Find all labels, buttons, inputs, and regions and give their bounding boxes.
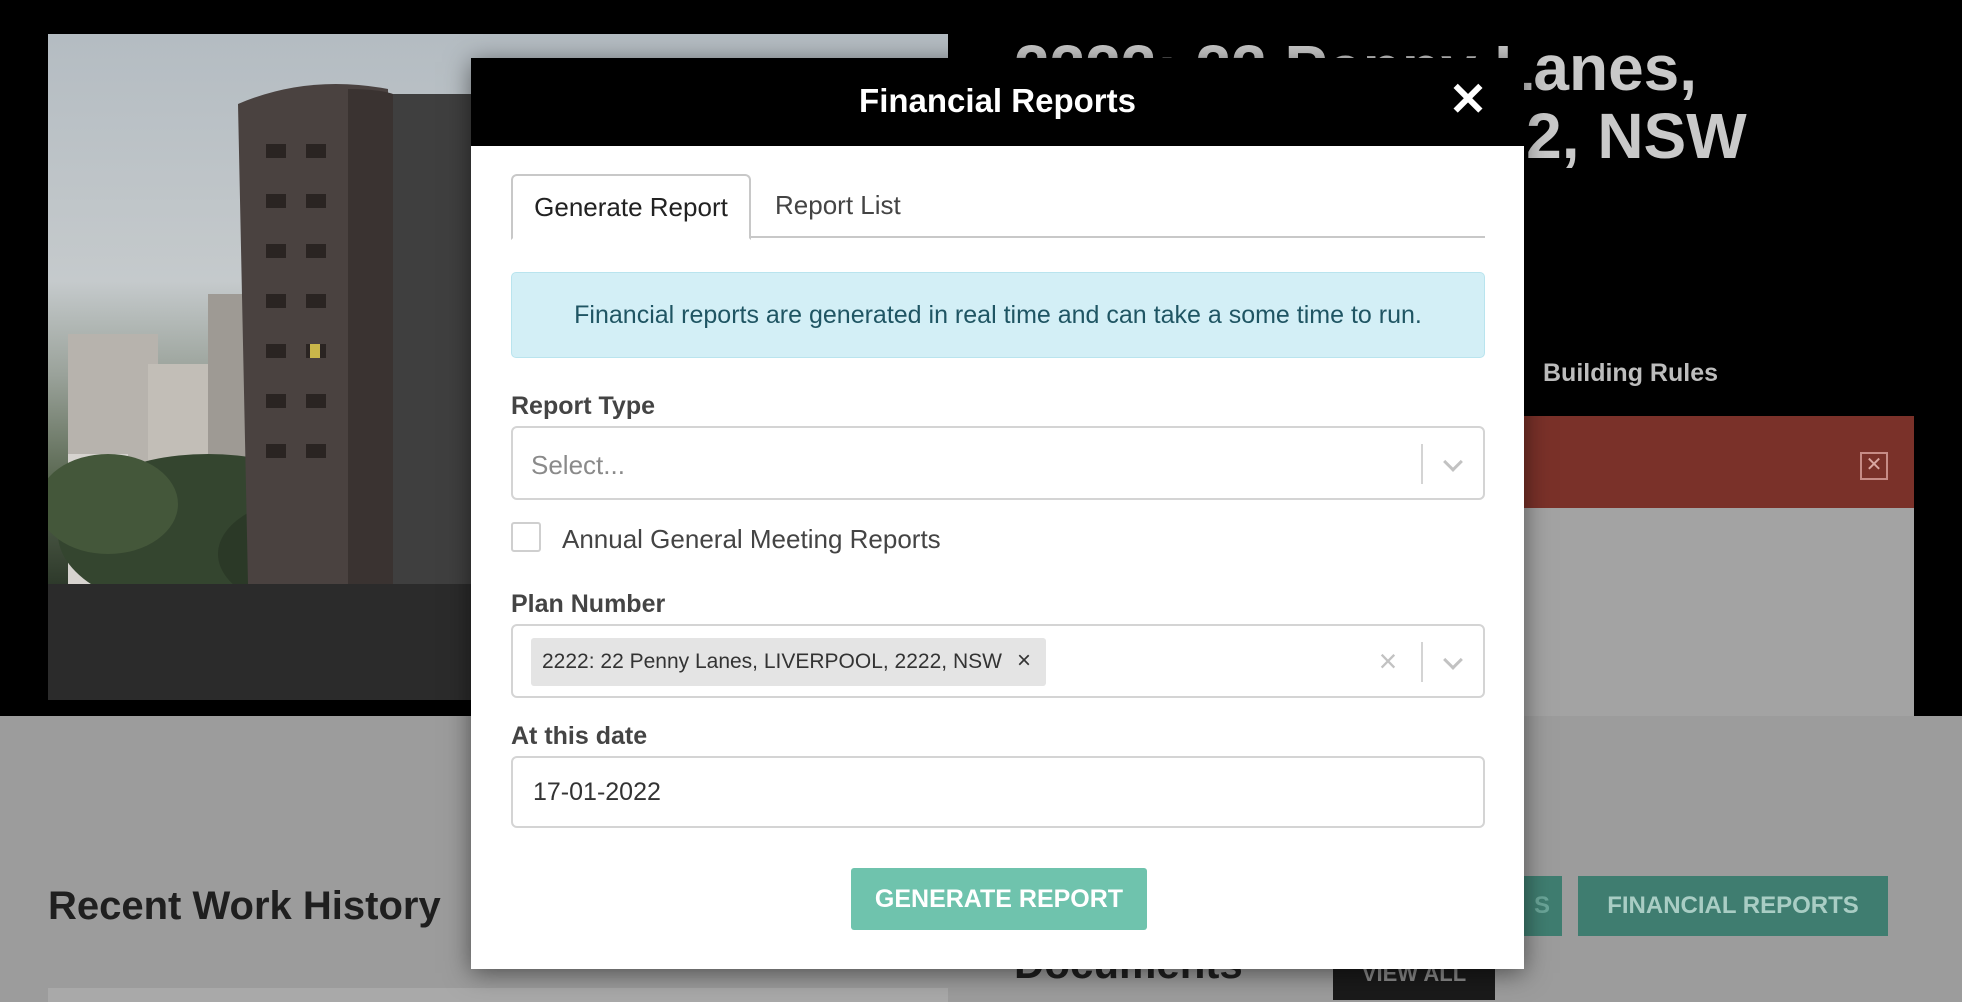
recent-work-history-heading: Recent Work History (48, 884, 441, 928)
chevron-down-icon[interactable] (1437, 449, 1469, 481)
clear-icon[interactable]: × (1371, 644, 1405, 678)
chip-remove-icon[interactable]: × (1010, 638, 1038, 686)
modal-header: Financial Reports ✕ (471, 58, 1524, 146)
generate-report-button[interactable]: GENERATE REPORT (851, 868, 1147, 930)
plan-number-chip-label: 2222: 22 Penny Lanes, LIVERPOOL, 2222, N… (542, 650, 1002, 673)
chevron-down-icon[interactable] (1437, 647, 1469, 679)
agm-reports-label[interactable]: Annual General Meeting Reports (562, 524, 941, 555)
agm-reports-checkbox[interactable] (511, 522, 541, 552)
report-type-label: Report Type (511, 392, 655, 420)
plan-number-chip: 2222: 22 Penny Lanes, LIVERPOOL, 2222, N… (531, 638, 1046, 686)
alert-close-icon[interactable]: ✕ (1860, 452, 1888, 480)
close-icon[interactable]: ✕ (1446, 76, 1490, 122)
report-type-select[interactable]: Select... (511, 426, 1485, 500)
select-divider (1421, 642, 1423, 682)
modal-title: Financial Reports (859, 82, 1136, 119)
recent-work-history-list (48, 988, 948, 1002)
plan-number-select[interactable]: 2222: 22 Penny Lanes, LIVERPOOL, 2222, N… (511, 624, 1485, 698)
report-tabs: Generate Report Report List (511, 174, 1485, 240)
date-label: At this date (511, 722, 648, 750)
date-input[interactable] (511, 756, 1485, 828)
financial-reports-modal: Financial Reports ✕ Generate Report Repo… (471, 58, 1524, 969)
report-type-placeholder: Select... (531, 450, 625, 480)
info-alert: Financial reports are generated in real … (511, 272, 1485, 358)
tab-report-list[interactable]: Report List (755, 174, 921, 238)
tab-building-rules[interactable]: Building Rules (1543, 359, 1718, 388)
financial-reports-button[interactable]: FINANCIAL REPORTS (1578, 876, 1888, 936)
plan-number-label: Plan Number (511, 590, 666, 618)
select-divider (1421, 444, 1423, 484)
tab-generate-report[interactable]: Generate Report (511, 174, 751, 240)
